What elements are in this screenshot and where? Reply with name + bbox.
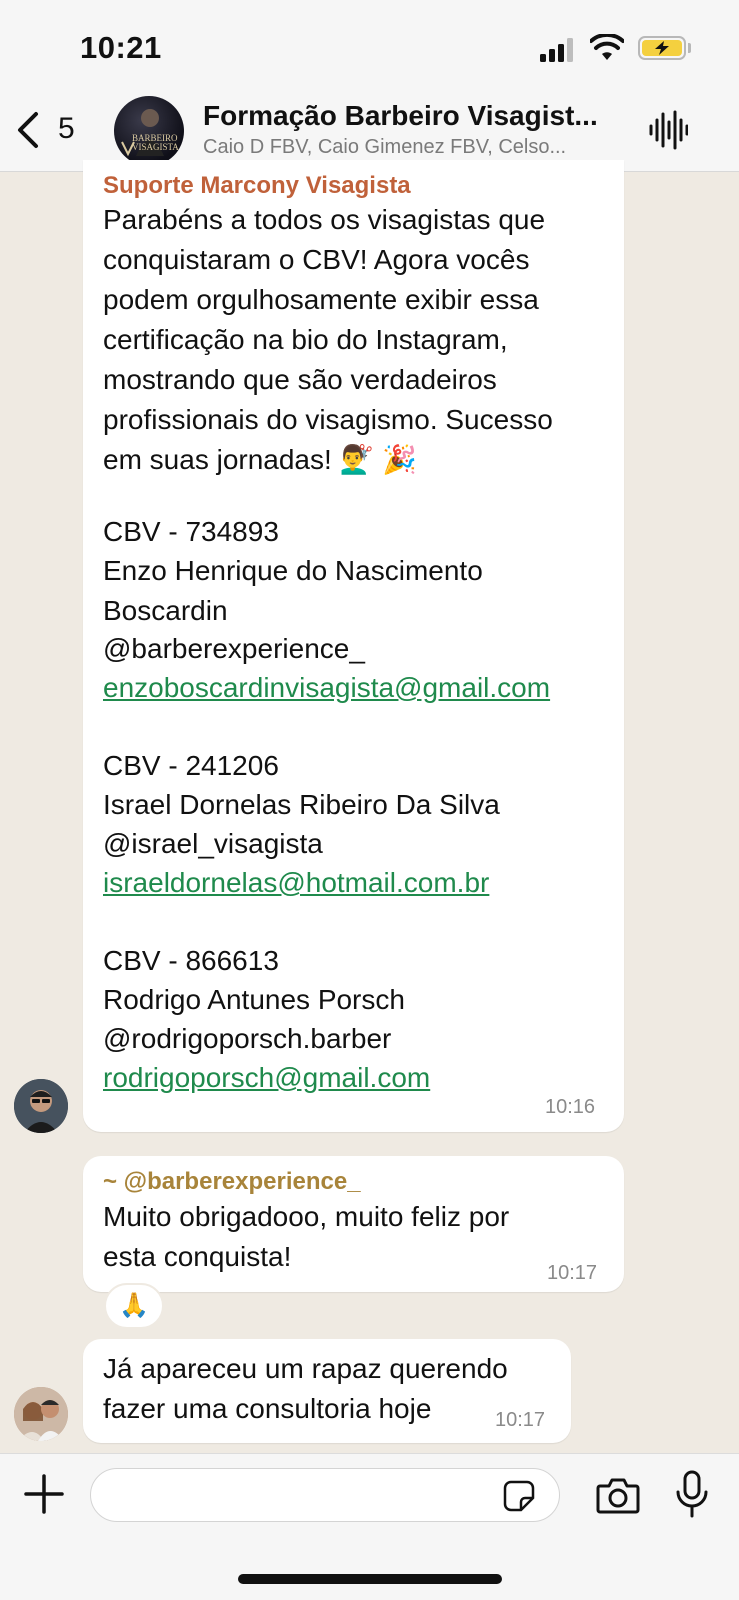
home-indicator <box>238 1574 502 1584</box>
message-bubble[interactable]: ~ @barberexperience_ Muito obrigadooo, m… <box>83 1156 624 1292</box>
cellular-signal-icon <box>540 38 576 62</box>
microphone-button[interactable] <box>675 1470 709 1518</box>
microphone-icon <box>676 1470 708 1518</box>
avatar-photo <box>121 109 164 157</box>
message-bubble[interactable]: Suporte Marcony Visagista Parabéns a tod… <box>83 160 624 1132</box>
email-link[interactable]: rodrigoporsch@gmail.com <box>103 1058 430 1098</box>
unread-count: 5 <box>58 112 75 145</box>
message-text: Parabéns a todos os visagistas que conqu… <box>103 204 553 475</box>
certificate-code: CBV - 241206 <box>103 750 279 781</box>
certificate-name: Israel Dornelas Ribeiro Da Silva <box>103 789 500 820</box>
message-time: 10:17 <box>495 1409 546 1431</box>
wifi-icon <box>590 34 624 62</box>
camera-button[interactable] <box>596 1476 640 1516</box>
certificate-code: CBV - 734893 <box>103 516 279 547</box>
certificate-name: Rodrigo Antunes Porsch <box>103 984 405 1015</box>
message-sender[interactable]: Suporte Marcony Visagista <box>103 172 411 200</box>
plus-icon <box>24 1474 64 1514</box>
certificate-handle: @barberexperience_ <box>103 633 365 664</box>
group-title[interactable]: Formação Barbeiro Visagist... <box>203 100 623 132</box>
group-avatar[interactable]: BARBEIRO VISAGISTA <box>114 96 184 166</box>
sender-avatar[interactable] <box>14 1387 68 1441</box>
certificate-name: Enzo Henrique do Nascimento Boscardin <box>103 555 483 626</box>
message-text: Muito obrigadooo, muito feliz por esta c… <box>103 1201 510 1272</box>
message-reaction[interactable]: 🙏 <box>104 1283 164 1329</box>
message-text: Já apareceu um rapaz querendo fazer uma … <box>103 1353 508 1424</box>
status-time: 10:21 <box>80 30 162 65</box>
group-members[interactable]: Caio D FBV, Caio Gimenez FBV, Celso... <box>203 136 623 159</box>
message-bubble[interactable]: Já apareceu um rapaz querendo fazer uma … <box>83 1339 571 1443</box>
avatar-caption: BARBEIRO VISAGISTA <box>132 133 179 152</box>
chevron-left-icon <box>18 112 38 148</box>
certificate-handle: @rodrigoporsch.barber <box>103 1023 392 1054</box>
certificate-code: CBV - 866613 <box>103 945 279 976</box>
camera-icon <box>596 1478 640 1514</box>
message-input[interactable] <box>90 1468 560 1522</box>
message-composer <box>0 1453 739 1600</box>
attach-button[interactable] <box>24 1474 64 1514</box>
sender-avatar[interactable] <box>14 1079 68 1133</box>
message-time: 10:16 <box>545 1096 596 1118</box>
email-link[interactable]: enzoboscardinvisagista@gmail.com <box>103 668 550 708</box>
status-bar: 10:21 <box>0 0 739 96</box>
battery-icon <box>638 36 686 60</box>
message-sender[interactable]: ~ @barberexperience_ <box>103 1168 361 1196</box>
back-button[interactable]: 5 <box>14 110 84 150</box>
audio-waveform-icon[interactable] <box>648 110 688 150</box>
battery-tip <box>688 43 691 53</box>
message-time: 10:17 <box>547 1262 598 1284</box>
certificate-handle: @israel_visagista <box>103 828 323 859</box>
email-link[interactable]: israeldornelas@hotmail.com.br <box>103 863 489 903</box>
sticker-icon[interactable] <box>503 1480 535 1512</box>
